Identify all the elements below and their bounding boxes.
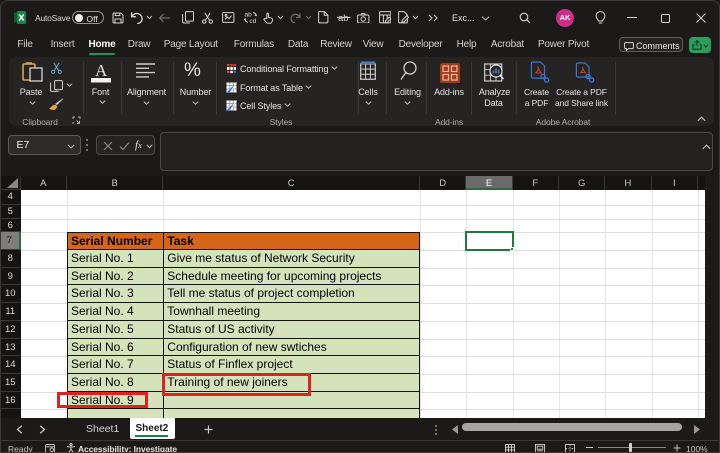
svg-text:cd: cd: [250, 18, 257, 24]
svg-text:ab: ab: [338, 13, 349, 23]
svg-text:A: A: [95, 61, 108, 80]
